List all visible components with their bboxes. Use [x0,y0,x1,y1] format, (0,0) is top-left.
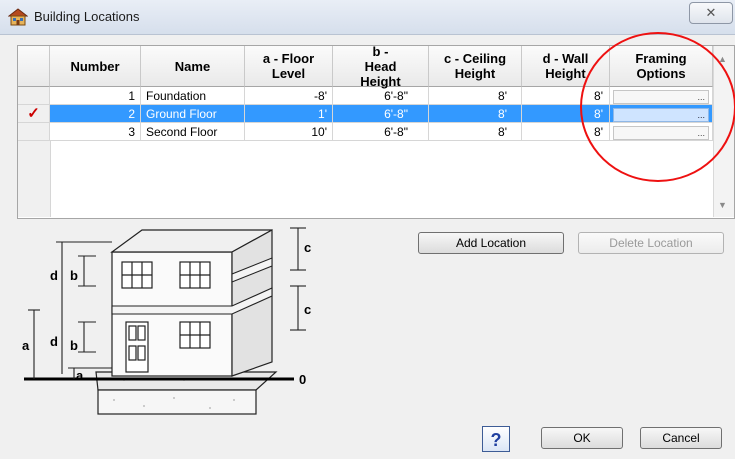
title-bar: Building Locations ✕ [0,0,735,35]
cell-name[interactable]: Foundation [141,87,245,105]
close-button[interactable]: ✕ [689,2,733,24]
ok-button[interactable]: OK [541,427,623,449]
zero-label: 0 [299,372,306,387]
cell-head-height[interactable]: 6'-8" [333,105,429,123]
cell-head-height[interactable]: 6'-8" [333,87,429,105]
row-indicator[interactable] [18,87,50,105]
window-title: Building Locations [34,9,140,24]
d-label: d [50,268,58,283]
b-label: b [70,268,78,283]
close-icon: ✕ [705,5,717,20]
header-ceiling-height[interactable]: c - Ceiling Height [429,46,522,87]
header-head-height[interactable]: b - Head Height [333,44,429,89]
cell-ceiling-height[interactable]: 8' [429,123,522,141]
delete-location-button[interactable]: Delete Location [578,232,724,254]
header-number[interactable]: Number [50,46,141,87]
cell-name[interactable]: Ground Floor [141,105,245,123]
building-icon [8,8,28,26]
cell-ceiling-height[interactable]: 8' [429,87,522,105]
header-name[interactable]: Name [141,46,245,87]
cell-number[interactable]: 2 [50,105,141,123]
indicator-header [18,46,50,87]
annotation-circle [580,32,735,182]
help-icon: ? [490,430,502,450]
cell-name[interactable]: Second Floor [141,123,245,141]
cell-number[interactable]: 1 [50,87,141,105]
help-button[interactable]: ? [482,426,510,452]
d-label: d [50,334,58,349]
add-location-button[interactable]: Add Location [418,232,564,254]
c-label: c [304,302,311,317]
building-diagram: 0 a d d b b a c c [22,227,311,415]
cell-floor-level[interactable]: 1' [245,105,333,123]
cell-head-height[interactable]: 6'-8" [333,123,429,141]
checkmark-icon: ✓ [18,105,50,123]
cell-number[interactable]: 3 [50,123,141,141]
cell-floor-level[interactable]: 10' [245,123,333,141]
cell-ceiling-height[interactable]: 8' [429,105,522,123]
a-label: a [76,368,84,383]
row-indicator[interactable] [18,123,50,141]
c-label: c [304,240,311,255]
cancel-button[interactable]: Cancel [640,427,722,449]
a-label: a [22,338,30,353]
indicator-column-empty [18,141,51,217]
b-label: b [70,338,78,353]
scroll-down-icon[interactable]: ▼ [718,200,727,210]
header-floor-level[interactable]: a - Floor Level [245,46,333,87]
cell-floor-level[interactable]: -8' [245,87,333,105]
